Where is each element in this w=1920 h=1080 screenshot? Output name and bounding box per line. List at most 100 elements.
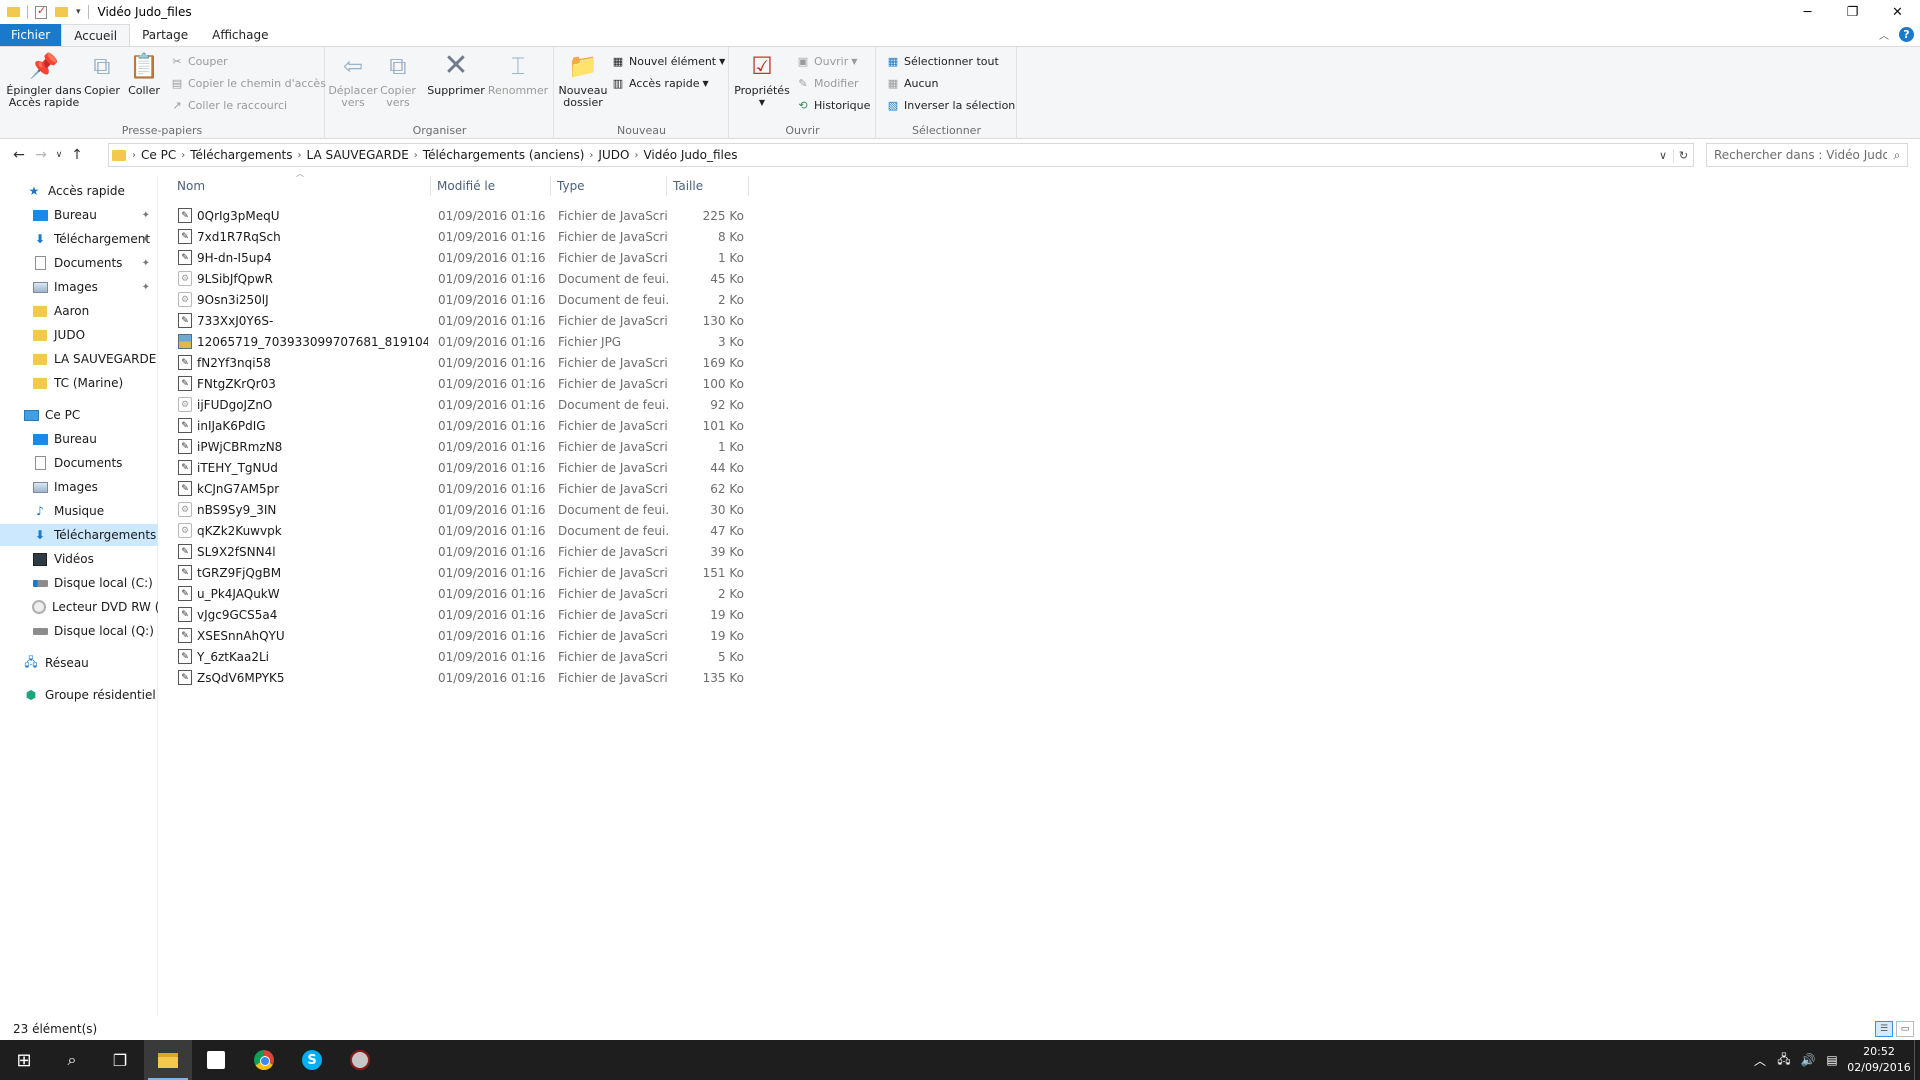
column-separator[interactable] bbox=[748, 176, 749, 196]
search-box[interactable]: Rechercher dans : Vidéo Judo... ⌕ bbox=[1706, 143, 1908, 167]
task-view-button[interactable]: ❐ bbox=[96, 1040, 144, 1080]
column-header-size[interactable]: Taille bbox=[668, 176, 748, 196]
taskbar-app[interactable] bbox=[336, 1040, 384, 1080]
file-row[interactable]: ⚙ qKZk2Kuwvpk 01/09/2016 01:16 Document d… bbox=[172, 520, 752, 541]
select-all-button[interactable]: ▦ Sélectionner tout bbox=[886, 52, 999, 70]
file-row[interactable]: ✎ SL9X2fSNN4l 01/09/2016 01:16 Fichier de… bbox=[172, 541, 752, 562]
pin-icon[interactable]: ✦ bbox=[142, 210, 150, 221]
nav-item-judo[interactable]: JUDO bbox=[0, 324, 158, 346]
column-header-name[interactable]: Nom bbox=[172, 176, 430, 196]
copy-to-button[interactable]: ⧉ Copier vers bbox=[378, 51, 418, 109]
tab-partage[interactable]: Partage bbox=[130, 24, 200, 46]
nav-pc-bureau[interactable]: Bureau bbox=[0, 428, 158, 450]
nav-item-images[interactable]: Images ✦ bbox=[0, 276, 158, 298]
pin-quick-access-button[interactable]: 📌 Épingler dans Accès rapide bbox=[6, 51, 82, 109]
back-arrow-icon[interactable]: ← bbox=[8, 147, 30, 163]
new-item-button[interactable]: ▦ Nouvel élément ▼ bbox=[611, 52, 725, 70]
file-row[interactable]: ✎ iPWjCBRmzN8 01/09/2016 01:16 Fichier de… bbox=[172, 436, 752, 457]
file-row[interactable]: ✎ vJgc9GCS5a4 01/09/2016 01:16 Fichier de… bbox=[172, 604, 752, 625]
nav-homegroup[interactable]: ⬢ Groupe résidentiel bbox=[0, 684, 158, 706]
forward-arrow-icon[interactable]: → bbox=[30, 147, 52, 163]
column-separator[interactable] bbox=[666, 176, 667, 196]
column-header-type[interactable]: Type bbox=[552, 176, 666, 196]
file-row[interactable]: ✎ u_Pk4JAQukW 01/09/2016 01:16 Fichier de… bbox=[172, 583, 752, 604]
file-row[interactable]: ✎ 9H-dn-I5up4 01/09/2016 01:16 Fichier de… bbox=[172, 247, 752, 268]
file-row[interactable]: ✎ FNtgZKrQr03 01/09/2016 01:16 Fichier de… bbox=[172, 373, 752, 394]
nav-pc-images[interactable]: Images bbox=[0, 476, 158, 498]
breadcrumb-ce-pc[interactable]: Ce PC bbox=[136, 148, 181, 162]
up-arrow-icon[interactable]: ↑ bbox=[66, 147, 88, 163]
file-row[interactable]: ✎ tGRZ9FjQgBM 01/09/2016 01:16 Fichier de… bbox=[172, 562, 752, 583]
volume-icon[interactable]: 🔊 bbox=[1796, 1053, 1820, 1067]
taskbar-skype[interactable]: S bbox=[288, 1040, 336, 1080]
nav-item-tc-marine[interactable]: TC (Marine) bbox=[0, 372, 158, 394]
column-separator[interactable] bbox=[550, 176, 551, 196]
file-row[interactable]: ✎ iTEHY_TgNUd 01/09/2016 01:16 Fichier de… bbox=[172, 457, 752, 478]
breadcrumb-telechargements[interactable]: Téléchargements bbox=[185, 148, 297, 162]
file-row[interactable]: ✎ ZsQdV6MPYK5 01/09/2016 01:16 Fichier de… bbox=[172, 667, 752, 688]
taskbar-chrome[interactable] bbox=[240, 1040, 288, 1080]
file-row[interactable]: ✎ 733XxJ0Y6S- 01/09/2016 01:16 Fichier de… bbox=[172, 310, 752, 331]
folder-icon[interactable] bbox=[7, 7, 20, 17]
show-desktop-button[interactable] bbox=[1914, 1040, 1920, 1080]
new-folder-button[interactable]: 📁 Nouveau dossier bbox=[557, 51, 609, 109]
file-row[interactable]: ✎ XSESnnAhQYU 01/09/2016 01:16 Fichier de… bbox=[172, 625, 752, 646]
nav-quick-access[interactable]: ★ Accès rapide bbox=[0, 180, 158, 202]
pin-icon[interactable]: ✦ bbox=[142, 282, 150, 293]
edit-button[interactable]: ✎ Modifier bbox=[796, 74, 858, 92]
details-view-icon[interactable]: ☰ bbox=[1875, 1021, 1893, 1037]
file-row[interactable]: ✎ fN2Yf3nqi58 01/09/2016 01:16 Fichier de… bbox=[172, 352, 752, 373]
paste-button[interactable]: 📋 Coller bbox=[126, 51, 162, 97]
move-to-button[interactable]: ⇦ Déplacer vers bbox=[328, 51, 377, 109]
help-icon[interactable]: ? bbox=[1899, 27, 1914, 42]
search-icon[interactable]: ⌕ bbox=[1887, 148, 1907, 163]
cut-button[interactable]: ✂ Couper bbox=[170, 52, 227, 70]
rename-button[interactable]: ⌶ Renommer bbox=[488, 51, 548, 97]
taskbar-store[interactable] bbox=[192, 1040, 240, 1080]
paste-shortcut-button[interactable]: ↗ Coller le raccourci bbox=[170, 96, 287, 114]
tab-affichage[interactable]: Affichage bbox=[200, 24, 280, 46]
restore-button[interactable]: ❐ bbox=[1830, 0, 1875, 24]
easy-access-button[interactable]: ▥ Accès rapide ▼ bbox=[611, 74, 709, 92]
nav-item-la-sauvegarde[interactable]: LA SAUVEGARDE bbox=[0, 348, 158, 370]
file-row[interactable]: ⚙ ijFUDgoJZnO 01/09/2016 01:16 Document d… bbox=[172, 394, 752, 415]
history-button[interactable]: ⟲ Historique bbox=[796, 96, 870, 114]
breadcrumb-video-judo-files[interactable]: Vidéo Judo_files bbox=[638, 148, 742, 162]
customize-toolbar-chevron-icon[interactable]: ▾ bbox=[76, 7, 81, 17]
close-button[interactable]: ✕ bbox=[1875, 0, 1920, 24]
open-button[interactable]: ▣ Ouvrir ▼ bbox=[796, 52, 858, 70]
column-separator[interactable] bbox=[430, 176, 431, 196]
network-icon[interactable]: 🖧 bbox=[1772, 1050, 1796, 1071]
invert-selection-button[interactable]: ▧ Inverser la sélection bbox=[886, 96, 1015, 114]
search-input[interactable]: Rechercher dans : Vidéo Judo... bbox=[1707, 148, 1887, 162]
properties-icon[interactable] bbox=[35, 4, 47, 19]
nav-pc-disque-q[interactable]: Disque local (Q:) bbox=[0, 620, 158, 642]
nav-this-pc[interactable]: Ce PC bbox=[0, 404, 158, 426]
copy-path-button[interactable]: ▤ Copier le chemin d'accès bbox=[170, 74, 326, 92]
copy-button[interactable]: ⧉ Copier bbox=[84, 51, 120, 97]
collapse-ribbon-chevron-icon[interactable]: ︿ bbox=[1879, 27, 1889, 42]
nav-item-documents[interactable]: Documents ✦ bbox=[0, 252, 158, 274]
delete-button[interactable]: ✕ Supprimer bbox=[427, 51, 485, 97]
pin-icon[interactable]: ✦ bbox=[142, 258, 150, 269]
file-row[interactable]: ⚙ 9Osn3i250lJ 01/09/2016 01:16 Document d… bbox=[172, 289, 752, 310]
properties-button[interactable]: ☑ Propriétés ▼ bbox=[734, 51, 790, 109]
recent-locations-chevron-icon[interactable]: ∨ bbox=[52, 150, 66, 160]
file-row[interactable]: ✎ inIJaK6PdIG 01/09/2016 01:16 Fichier de… bbox=[172, 415, 752, 436]
file-row[interactable]: ✎ 0QrIg3pMeqU 01/09/2016 01:16 Fichier de… bbox=[172, 205, 752, 226]
nav-pc-musique[interactable]: ♪ Musique bbox=[0, 500, 158, 522]
nav-pc-documents[interactable]: Documents bbox=[0, 452, 158, 474]
nav-item-telechargements[interactable]: ⬇ Téléchargements ✦ bbox=[0, 228, 158, 250]
breadcrumb-la-sauvegarde[interactable]: LA SAUVEGARDE bbox=[302, 148, 414, 162]
tab-accueil[interactable]: Accueil bbox=[61, 24, 131, 46]
breadcrumb-telechargements-anciens[interactable]: Téléchargements (anciens) bbox=[418, 148, 590, 162]
select-none-button[interactable]: ▦ Aucun bbox=[886, 74, 939, 92]
nav-pc-videos[interactable]: Vidéos bbox=[0, 548, 158, 570]
column-header-modified[interactable]: Modifié le bbox=[432, 176, 550, 196]
file-row[interactable]: ✎ Y_6ztKaa2Li 01/09/2016 01:16 Fichier de… bbox=[172, 646, 752, 667]
taskbar-file-explorer[interactable] bbox=[144, 1040, 192, 1080]
nav-pc-telechargements[interactable]: ⬇ Téléchargements bbox=[0, 524, 158, 546]
file-row[interactable]: 12065719_703933099707681_81910436633... … bbox=[172, 331, 752, 352]
nav-item-bureau[interactable]: Bureau ✦ bbox=[0, 204, 158, 226]
nav-item-aaron[interactable]: Aaron bbox=[0, 300, 158, 322]
